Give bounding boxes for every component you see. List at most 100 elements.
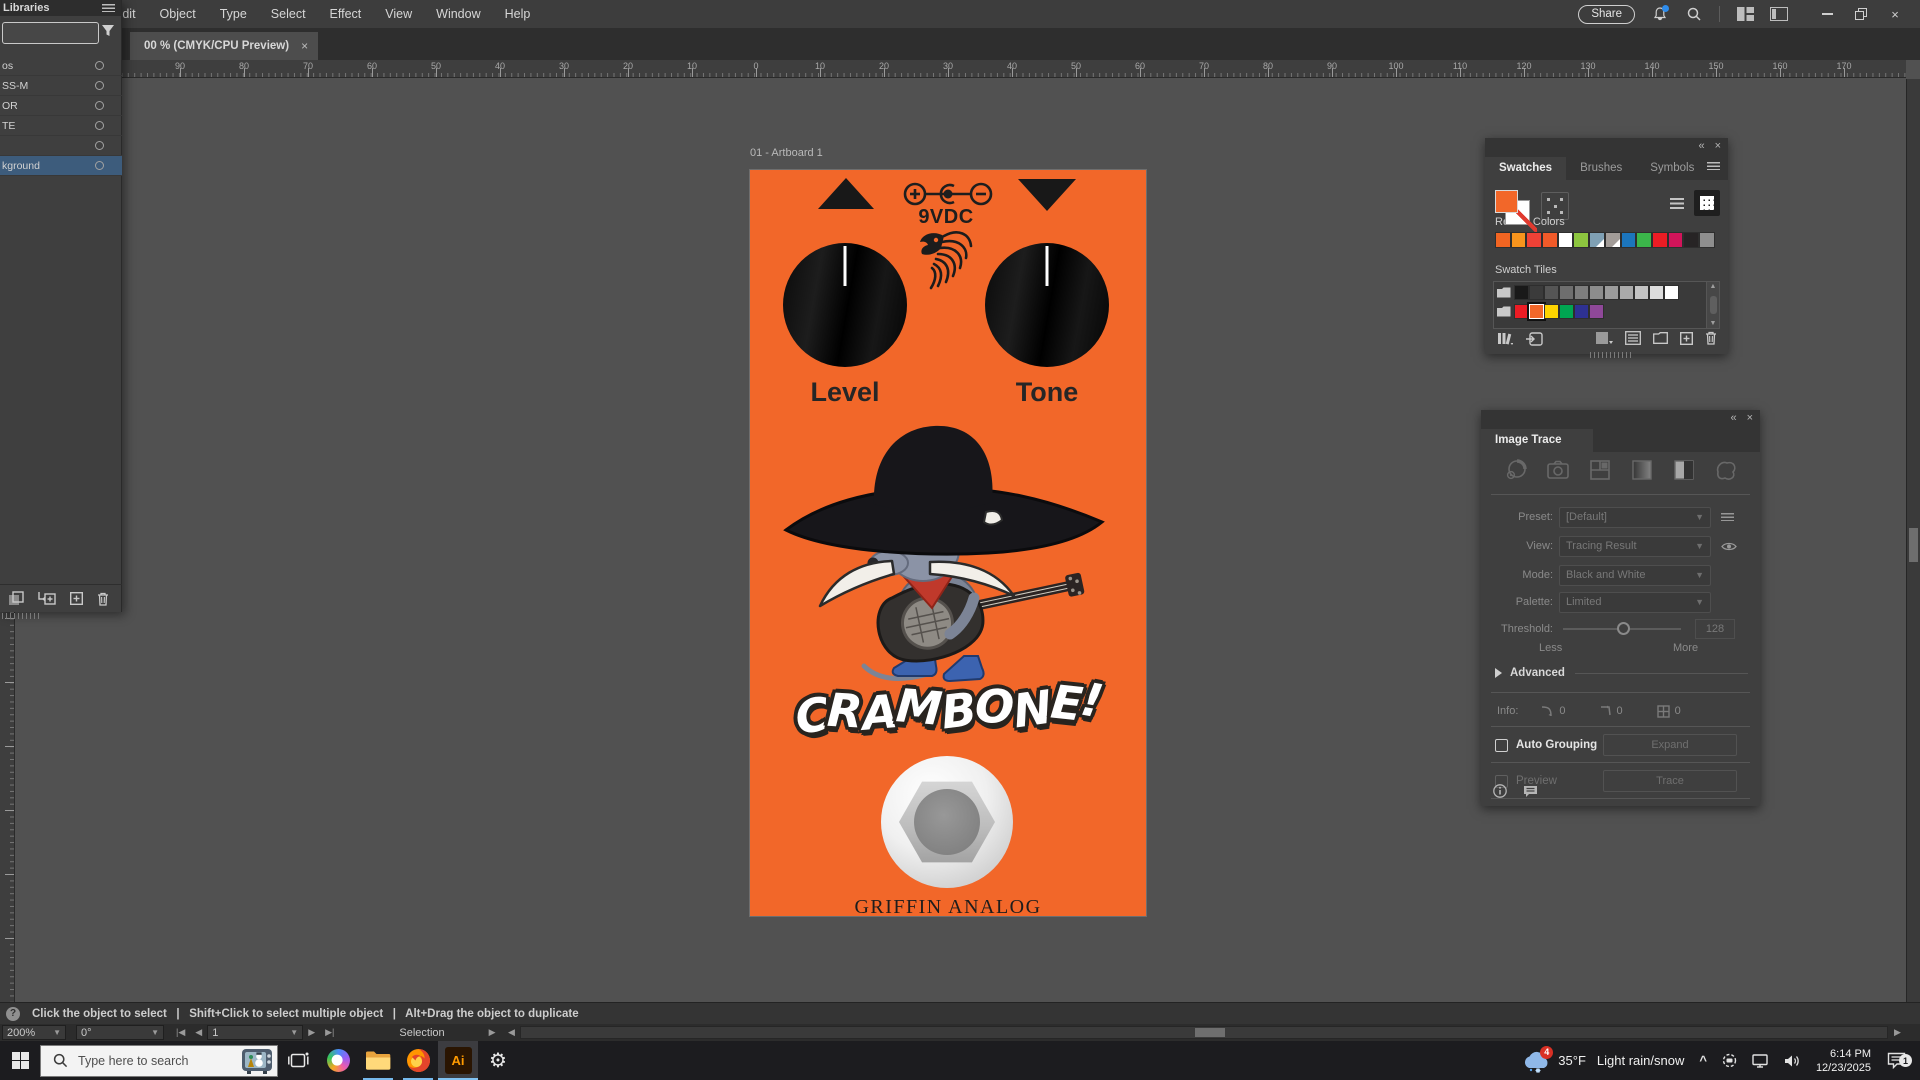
outline-preset-icon[interactable] (1714, 458, 1738, 482)
folder-icon[interactable] (1497, 306, 1511, 317)
hidden-icons-chevron[interactable]: ^ (1692, 1053, 1714, 1068)
advanced-expander-icon[interactable] (1495, 668, 1502, 678)
black-white-preset-icon[interactable] (1672, 458, 1696, 482)
copilot-button[interactable] (318, 1041, 358, 1080)
color-swatch-tile[interactable] (1529, 304, 1544, 319)
horizontal-scrollbar-thumb[interactable] (1195, 1028, 1225, 1037)
artboard-pedal-design[interactable]: 9VDC Level Tone (750, 170, 1146, 916)
recent-color-swatch[interactable] (1668, 232, 1684, 248)
close-panel-icon[interactable]: × (1715, 140, 1721, 152)
action-center-button[interactable]: 1 (1881, 1052, 1920, 1069)
restore-button[interactable] (1844, 0, 1878, 28)
settings-button[interactable]: ⚙ (478, 1041, 518, 1080)
panel-layout-icon[interactable] (1770, 5, 1788, 23)
target-circle-icon[interactable] (95, 141, 104, 150)
footswitch[interactable] (881, 756, 1013, 888)
fill-color-swatch[interactable] (1495, 190, 1518, 213)
gray-swatch-tile[interactable] (1559, 285, 1574, 300)
feedback-comment-icon[interactable] (1523, 785, 1538, 798)
swatch-libraries-icon[interactable] (1497, 331, 1513, 345)
workspace-switcher-icon[interactable] (1736, 5, 1754, 23)
menu-item-select[interactable]: Select (271, 7, 306, 21)
target-circle-icon[interactable] (95, 121, 104, 130)
mode-dropdown[interactable]: Black and White▼ (1559, 565, 1711, 586)
scroll-up-icon[interactable]: ▲ (1710, 283, 1717, 290)
libraries-search-input[interactable] (2, 22, 99, 44)
firefox-button[interactable] (398, 1041, 438, 1080)
auto-color-preset-icon[interactable] (1504, 458, 1528, 482)
panel-menu-icon[interactable] (102, 4, 115, 12)
trace-button[interactable]: Trace (1603, 770, 1737, 792)
gray-swatch-tile[interactable] (1634, 285, 1649, 300)
target-circle-icon[interactable] (95, 101, 104, 110)
help-icon[interactable]: ? (6, 1007, 20, 1021)
menu-item-view[interactable]: View (385, 7, 412, 21)
network-icon[interactable] (1745, 1054, 1777, 1068)
list-item[interactable]: SS-M (0, 76, 122, 96)
artboard-number-dropdown[interactable]: 1▼ (207, 1025, 303, 1040)
tab-symbols[interactable]: Symbols (1636, 157, 1708, 180)
close-panel-icon[interactable]: × (1747, 412, 1753, 424)
illustrator-button[interactable]: Ai (438, 1041, 478, 1080)
meet-now-icon[interactable] (1714, 1053, 1745, 1068)
list-item[interactable]: TE (0, 116, 122, 136)
gray-swatch-tile[interactable] (1514, 285, 1529, 300)
recent-color-swatch[interactable] (1589, 232, 1605, 248)
new-sublayer-icon[interactable] (38, 591, 56, 606)
gray-swatch-tile[interactable] (1604, 285, 1619, 300)
file-explorer-button[interactable] (358, 1041, 398, 1080)
view-dropdown[interactable]: Tracing Result▼ (1559, 536, 1711, 557)
tab-swatches[interactable]: Swatches (1485, 157, 1566, 180)
recent-color-swatch[interactable] (1636, 232, 1652, 248)
low-color-preset-icon[interactable] (1588, 458, 1612, 482)
folder-icon[interactable] (1497, 287, 1511, 298)
tiles-scrollbar[interactable]: ▲ ▼ (1706, 282, 1719, 328)
list-item[interactable]: os (0, 56, 122, 76)
taskbar-search-input[interactable]: Type here to search (40, 1045, 278, 1077)
info-icon[interactable] (1493, 784, 1507, 798)
delete-swatch-icon[interactable] (1705, 331, 1717, 345)
scroll-left-icon[interactable]: ◀ (508, 1027, 515, 1038)
tone-knob[interactable] (985, 243, 1109, 367)
artboard-label[interactable]: 01 - Artboard 1 (750, 147, 823, 159)
recent-color-swatch[interactable] (1511, 232, 1527, 248)
vertical-scrollbar[interactable] (1906, 79, 1920, 1002)
target-circle-icon[interactable] (95, 61, 104, 70)
recent-color-swatch[interactable] (1542, 232, 1558, 248)
first-artboard-icon[interactable]: |◀ (176, 1027, 185, 1038)
high-color-preset-icon[interactable] (1546, 458, 1570, 482)
menu-item-window[interactable]: Window (436, 7, 480, 21)
notifications-bell-icon[interactable] (1651, 5, 1669, 23)
last-artboard-icon[interactable]: ▶| (325, 1027, 334, 1038)
start-button[interactable] (0, 1041, 40, 1080)
recent-color-swatch[interactable] (1605, 232, 1621, 248)
prev-artboard-icon[interactable]: ◀ (195, 1027, 202, 1038)
show-swatch-kinds-icon[interactable] (1595, 331, 1613, 345)
gray-swatch-tile[interactable] (1544, 285, 1559, 300)
trash-icon[interactable] (97, 592, 109, 606)
status-expand-icon[interactable]: ▶ (489, 1027, 496, 1038)
horizontal-ruler[interactable]: 9080706050403020100102030405060708090100… (0, 60, 1906, 78)
filter-funnel-icon[interactable] (101, 24, 115, 38)
color-swatch-tile[interactable] (1589, 304, 1604, 319)
grayscale-preset-icon[interactable] (1630, 458, 1654, 482)
rotation-dropdown[interactable]: 0°▼ (76, 1025, 164, 1040)
search-icon[interactable] (1685, 5, 1703, 23)
close-button[interactable]: × (1878, 0, 1912, 28)
recent-color-swatch[interactable] (1558, 232, 1574, 248)
next-artboard-icon[interactable]: ▶ (308, 1027, 315, 1038)
new-item-icon[interactable] (70, 592, 83, 605)
gray-swatch-tile[interactable] (1574, 285, 1589, 300)
recent-color-swatch[interactable] (1683, 232, 1699, 248)
weather-widget[interactable]: 4 35°F Light rain/snow (1513, 1048, 1692, 1074)
scroll-right-icon[interactable]: ▶ (1894, 1027, 1901, 1038)
list-item[interactable]: OR (0, 96, 122, 116)
color-swatch-tile[interactable] (1559, 304, 1574, 319)
clock-widget[interactable]: 6:14 PM 12/23/2025 (1808, 1047, 1881, 1075)
threshold-slider[interactable] (1563, 628, 1681, 630)
list-item[interactable] (0, 136, 122, 156)
minimize-button[interactable] (1810, 0, 1844, 28)
recent-color-swatch[interactable] (1621, 232, 1637, 248)
color-swatch-tile[interactable] (1574, 304, 1589, 319)
vertical-scrollbar-thumb[interactable] (1909, 528, 1918, 562)
